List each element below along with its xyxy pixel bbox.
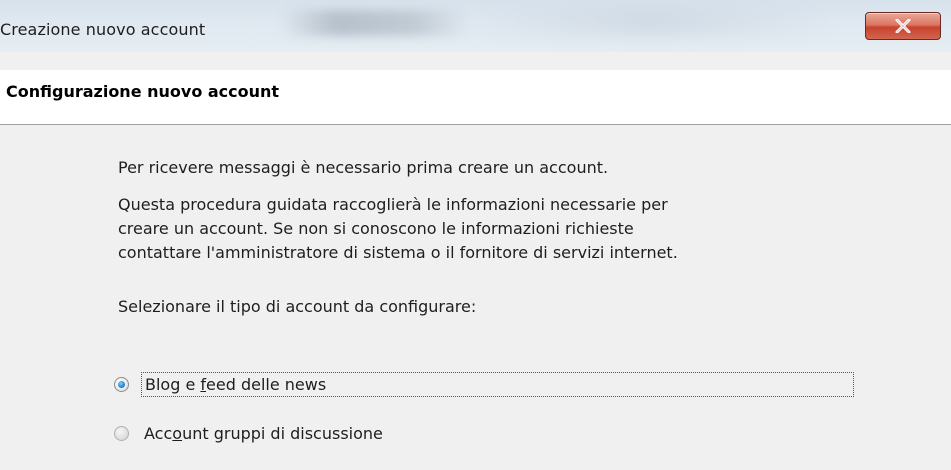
option-label-newsgroup-account[interactable]: Account gruppi di discussione [141,422,386,445]
option-label-blog-news-feed[interactable]: Blog e feed delle news [141,371,854,397]
blurred-title-region [280,10,470,36]
description-text: Questa procedura guidata raccoglierà le … [118,193,678,265]
description-line: Questa procedura guidata raccoglierà le … [118,195,668,214]
window-title: Creazione nuovo account [0,20,206,39]
intro-text: Per ricevere messaggi è necessario prima… [118,158,609,177]
blurred-title-region-2 [470,6,830,36]
option-newsgroup-account[interactable]: Account gruppi di discussione [108,419,386,447]
label-part: unt gruppi di discussione [182,423,383,443]
close-icon [895,19,911,33]
label-part: Acc [144,423,173,443]
page-title: Configurazione nuovo account [6,82,280,101]
label-part: Blog e [145,374,201,394]
radio-unselected-icon[interactable] [114,425,129,441]
description-line: creare un account. Se non si conoscono l… [118,219,634,238]
close-button[interactable] [865,12,941,40]
wizard-header: Configurazione nuovo account [0,70,951,125]
account-wizard-window: Creazione nuovo account Configurazione n… [0,0,951,470]
option-blog-news-feed[interactable]: Blog e feed delle news [108,370,854,398]
radio-selected-icon[interactable] [114,376,129,392]
title-bar[interactable]: Creazione nuovo account [0,0,951,52]
select-prompt: Selezionare il tipo di account da config… [118,297,477,316]
access-key: o [172,423,183,443]
description-line: contattare l'amministratore di sistema o… [118,243,678,262]
label-part: eed delle news [206,374,327,394]
